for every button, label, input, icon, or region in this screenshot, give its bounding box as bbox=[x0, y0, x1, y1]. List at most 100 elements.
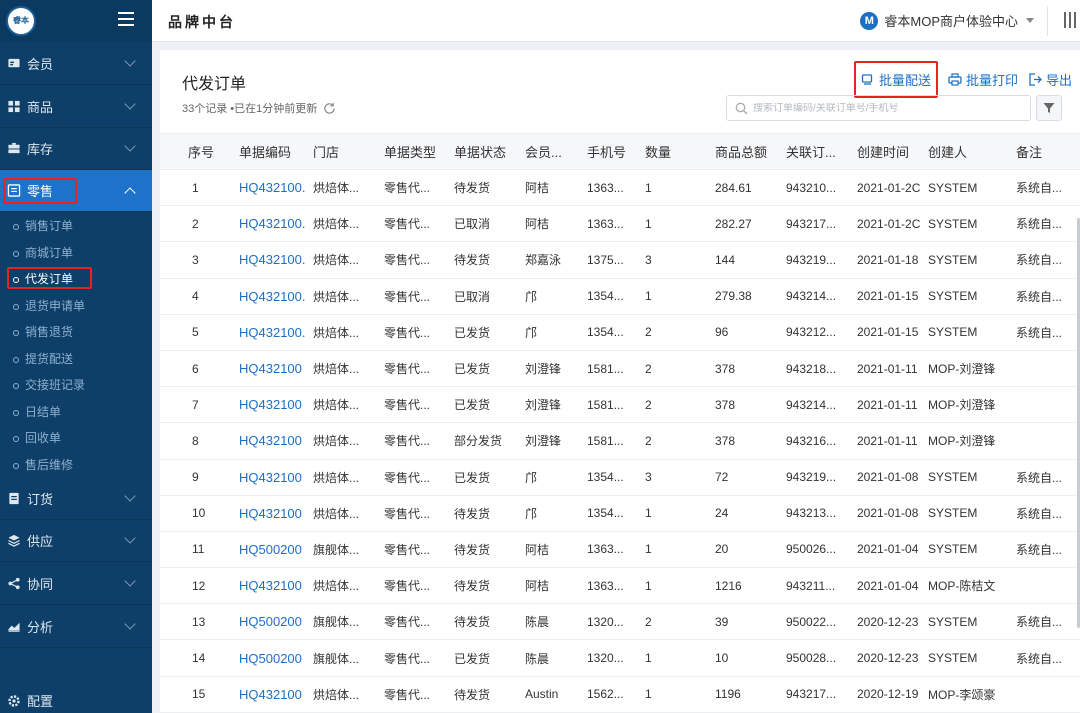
table-cell: 零售代... bbox=[384, 289, 431, 304]
table-cell: 2020-12-23 bbox=[857, 651, 919, 666]
order-code-link[interactable]: HQ432100 bbox=[239, 387, 309, 422]
batch-print-button[interactable]: 批量打印 bbox=[948, 70, 1018, 89]
sidebar-item-2[interactable]: 库存 bbox=[0, 128, 152, 170]
column-header[interactable]: 备注 bbox=[1016, 134, 1072, 169]
table-cell: 已取消 bbox=[454, 289, 491, 304]
order-code-link[interactable]: HQ432100 bbox=[239, 568, 309, 603]
sidebar-item-1[interactable]: 商品 bbox=[0, 86, 152, 128]
table-cell: 378 bbox=[715, 397, 736, 412]
table-cell: MOP-刘澄锋 bbox=[928, 362, 996, 377]
order-code-link[interactable]: HQ432100. bbox=[239, 242, 309, 277]
order-code-link[interactable]: HQ432100 bbox=[239, 423, 309, 458]
table-cell bbox=[1016, 568, 1072, 603]
table-cell: 11 bbox=[192, 542, 205, 557]
table-cell: 1196 bbox=[715, 687, 741, 702]
table-cell: 烘焙体... bbox=[313, 253, 360, 268]
sidebar-item-4[interactable]: 订货 bbox=[0, 478, 152, 520]
order-code-link[interactable]: HQ432100. bbox=[239, 315, 309, 350]
table-row[interactable]: 13 HQ500200 旗舰体... 零售代... 待发货 陈晨 1320... 2 39 950… bbox=[160, 604, 1080, 641]
retail-subnav-item[interactable]: 日结单 bbox=[0, 399, 152, 425]
table-cell: 零售代... bbox=[384, 217, 431, 232]
table-row[interactable]: 12 HQ432100 烘焙体... 零售代... 待发货 阿桔 1363... 1 1216 9… bbox=[160, 568, 1080, 605]
sidebar-item-5[interactable]: 供应 bbox=[0, 520, 152, 562]
order-code-link[interactable]: HQ432100 bbox=[239, 677, 309, 712]
column-header[interactable]: 单据编码 bbox=[239, 134, 309, 169]
column-header[interactable]: 创建人 bbox=[928, 134, 1014, 169]
table-row[interactable]: 6 HQ432100 烘焙体... 零售代... 已发货 刘澄锋 1581... 2 378 94… bbox=[160, 351, 1080, 388]
retail-subnav-item[interactable]: 退货申请单 bbox=[0, 293, 152, 319]
sidebar-item-7[interactable]: 分析 bbox=[0, 606, 152, 648]
table-cell: 2021-01-2C bbox=[857, 216, 921, 231]
retail-subnav-item[interactable]: 销售退货 bbox=[0, 319, 152, 345]
retail-subnav-item[interactable]: 售后维修 bbox=[0, 452, 152, 478]
table-cell: 烘焙体... bbox=[313, 434, 360, 449]
order-code-link[interactable]: HQ500200 bbox=[239, 604, 309, 639]
menu-toggle-icon[interactable] bbox=[118, 12, 134, 26]
table-row[interactable]: 4 HQ432100. 烘焙体... 零售代... 已取消 邝 1354... 1 279.38… bbox=[160, 279, 1080, 315]
retail-subnav-item[interactable]: 代发订单 bbox=[0, 266, 152, 292]
table-row[interactable]: 3 HQ432100. 烘焙体... 零售代... 待发货 郑嘉泳 1375... 3 144 9… bbox=[160, 242, 1080, 279]
table-cell: 96 bbox=[715, 325, 729, 340]
subnav-label: 销售退货 bbox=[25, 325, 74, 339]
table-row[interactable]: 7 HQ432100 烘焙体... 零售代... 已发货 刘澄锋 1581... 2 378 94… bbox=[160, 387, 1080, 424]
retail-subnav-item[interactable]: 回收单 bbox=[0, 425, 152, 451]
column-header[interactable]: 创建时间 bbox=[857, 134, 925, 169]
table-cell: 1 bbox=[645, 651, 652, 666]
retail-subnav-item[interactable]: 提货配送 bbox=[0, 346, 152, 372]
table-row[interactable]: 2 HQ432100. 烘焙体... 零售代... 已取消 阿桔 1363... 1 282.2… bbox=[160, 206, 1080, 243]
search-input[interactable] bbox=[753, 102, 1023, 114]
table-cell: 2021-01-11 bbox=[857, 433, 918, 448]
batch-delivery-button[interactable]: 批量配送 bbox=[853, 61, 938, 98]
table-row[interactable]: 15 HQ432100 烘焙体... 零售代... 待发货 Austin 1562... 1 1… bbox=[160, 677, 1080, 713]
sidebar-item-6[interactable]: 协同 bbox=[0, 563, 152, 605]
table-row[interactable]: 1 HQ432100. 烘焙体... 零售代... 待发货 阿桔 1363... 1 284.6… bbox=[160, 170, 1080, 207]
table-cell: 烘焙体... bbox=[313, 217, 360, 232]
order-code-link[interactable]: HQ500200 bbox=[239, 532, 309, 567]
table-cell: 2020-12-19 bbox=[857, 687, 919, 702]
order-code-link[interactable]: HQ432100. bbox=[239, 170, 309, 205]
table-row[interactable]: 8 HQ432100 烘焙体... 零售代... 部分发货 刘澄锋 1581... 2 378 9… bbox=[160, 423, 1080, 460]
sidebar: 睿本 会员 商品 库存 零售 订货 供应 协同 分析 销售订单 商城订单 代发订单 退货申请单 销售退货… bbox=[0, 0, 152, 713]
orders-table: 序号 单据编码 门店 单据类型 单据状态 会员... 手机号 数量 商品总额 关联订... 创建时间… bbox=[160, 133, 1080, 713]
order-code-link[interactable]: HQ500200 bbox=[239, 640, 309, 675]
highlight-box bbox=[7, 267, 92, 289]
export-icon bbox=[1029, 73, 1042, 86]
retail-subnav-item[interactable]: 交接班记录 bbox=[0, 372, 152, 398]
refresh-icon[interactable] bbox=[323, 102, 336, 115]
merchant-switcher[interactable]: M 睿本MOP商户体验中心 bbox=[860, 11, 1034, 30]
order-code-link[interactable]: HQ432100 bbox=[239, 496, 309, 531]
order-code-link[interactable]: HQ432100. bbox=[239, 206, 309, 241]
column-header[interactable]: 手机号 bbox=[587, 134, 641, 169]
table-cell: 943217... bbox=[786, 216, 837, 231]
more-menu-icon[interactable] bbox=[1064, 12, 1076, 28]
column-header[interactable]: 数量 bbox=[645, 134, 705, 169]
order-code-link[interactable]: HQ432100 bbox=[239, 460, 309, 495]
table-cell: 1581... bbox=[587, 433, 624, 448]
order-code-link[interactable]: HQ432100. bbox=[239, 279, 309, 314]
table-cell: SYSTEM bbox=[928, 289, 978, 304]
column-header[interactable]: 单据类型 bbox=[384, 134, 450, 169]
column-header[interactable]: 单据状态 bbox=[454, 134, 520, 169]
retail-subnav-item[interactable]: 商城订单 bbox=[0, 240, 152, 266]
layers-icon bbox=[8, 534, 20, 547]
table-row[interactable]: 11 HQ500200 旗舰体... 零售代... 待发货 阿桔 1363... 1 20 950… bbox=[160, 532, 1080, 569]
table-row[interactable]: 14 HQ500200 旗舰体... 零售代... 已发货 陈晨 1320... 1 10 950… bbox=[160, 640, 1080, 677]
order-code-link[interactable]: HQ432100 bbox=[239, 351, 309, 386]
column-header[interactable]: 关联订... bbox=[786, 134, 852, 169]
column-header[interactable]: 序号 bbox=[188, 134, 228, 169]
column-header[interactable]: 门店 bbox=[313, 134, 379, 169]
table-row[interactable]: 9 HQ432100 烘焙体... 零售代... 已发货 邝 1354... 3 72 94321… bbox=[160, 460, 1080, 496]
table-row[interactable]: 10 HQ432100 烘焙体... 零售代... 待发货 邝 1354... 1 24 9432… bbox=[160, 496, 1080, 532]
table-cell: 1 bbox=[645, 180, 652, 195]
retail-subnav-item[interactable]: 销售订单 bbox=[0, 213, 152, 239]
table-row[interactable]: 5 HQ432100. 烘焙体... 零售代... 已发货 邝 1354... 2 96 9432… bbox=[160, 315, 1080, 351]
column-header[interactable]: 会员... bbox=[525, 134, 581, 169]
sidebar-item-3[interactable]: 零售 bbox=[0, 170, 152, 212]
column-header[interactable]: 商品总额 bbox=[715, 134, 781, 169]
export-button[interactable]: 导出 bbox=[1028, 70, 1072, 89]
filter-button[interactable] bbox=[1036, 95, 1062, 121]
nav-item-config[interactable]: 配置 bbox=[0, 688, 152, 713]
table-cell: 2021-01-15 bbox=[857, 325, 919, 340]
table-cell: 零售代... bbox=[384, 325, 431, 340]
sidebar-item-0[interactable]: 会员 bbox=[0, 43, 152, 85]
